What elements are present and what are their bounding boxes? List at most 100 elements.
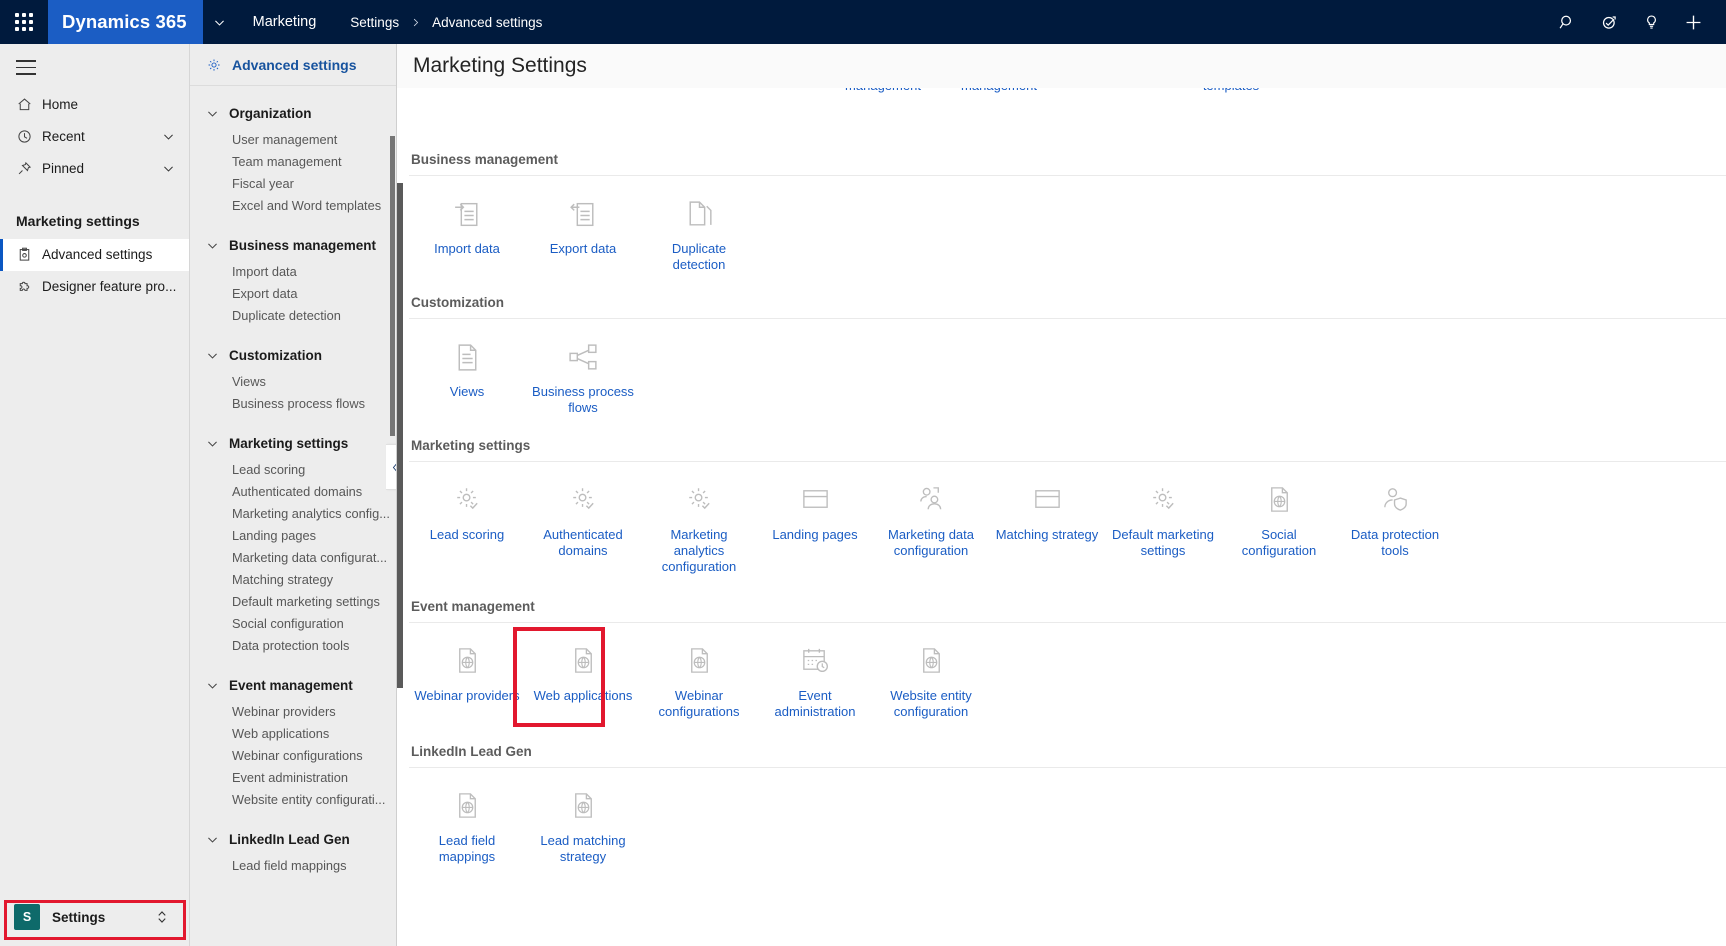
plus-icon[interactable] <box>1672 0 1714 44</box>
nav-link-import-data[interactable]: Import data <box>190 260 396 282</box>
nav-link-event-administration[interactable]: Event administration <box>190 766 396 788</box>
clipped-tile-label[interactable]: management <box>941 88 1057 93</box>
nav-link-lead-scoring[interactable]: Lead scoring <box>190 458 396 480</box>
tile-duplicate-detection[interactable]: Duplicate detection <box>641 186 757 273</box>
nav-group-marketing-settings[interactable]: Marketing settings <box>190 428 396 458</box>
app-launcher-icon[interactable] <box>0 0 48 44</box>
gear-check-icon <box>1148 484 1179 518</box>
content-left-scroll-track[interactable] <box>397 88 403 946</box>
advanced-settings-panel-scroll[interactable]: Organization User management Team manage… <box>190 86 396 946</box>
collapse-panel-button[interactable] <box>386 444 396 490</box>
clipboard-gear-icon <box>16 246 42 263</box>
chevron-down-icon <box>206 349 219 362</box>
nav-link-marketing-analytics-configuration[interactable]: Marketing analytics config... <box>190 502 396 524</box>
nav-link-default-marketing-settings[interactable]: Default marketing settings <box>190 590 396 612</box>
advanced-settings-panel-header[interactable]: Advanced settings <box>190 44 396 86</box>
brand-dynamics365[interactable]: Dynamics 365 <box>48 0 203 44</box>
clipped-tile-label[interactable]: templates <box>1173 88 1289 93</box>
tile-lead-matching-strategy[interactable]: Lead matching strategy <box>525 778 641 865</box>
tile-marketing-data-configuration[interactable]: Marketing data configuration <box>873 472 989 575</box>
tile-lead-field-mappings[interactable]: Lead field mappings <box>409 778 525 865</box>
content-left-scroll-thumb[interactable] <box>397 183 403 688</box>
nav-link-webinar-providers[interactable]: Webinar providers <box>190 700 396 722</box>
nav-group-organization[interactable]: Organization <box>190 98 396 128</box>
tile-default-marketing-settings[interactable]: Default marketing settings <box>1105 472 1221 575</box>
nav-group-event-management[interactable]: Event management <box>190 670 396 700</box>
tile-import-data[interactable]: Import data <box>409 186 525 273</box>
breadcrumb-item-advanced-settings[interactable]: Advanced settings <box>432 15 542 30</box>
nav-link-user-management[interactable]: User management <box>190 128 396 150</box>
tile-landing-pages[interactable]: Landing pages <box>757 472 873 575</box>
content-scroll-region: management management templates Business… <box>397 88 1726 946</box>
page-title: Marketing Settings <box>413 54 587 77</box>
hamburger-menu-icon[interactable] <box>0 44 189 89</box>
advanced-panel-scrollbar[interactable] <box>389 86 396 946</box>
tile-matching-strategy[interactable]: Matching strategy <box>989 472 1105 575</box>
chevron-updown-icon[interactable] <box>155 908 169 926</box>
area-switcher-settings[interactable]: S Settings <box>8 898 181 936</box>
nav-link-fiscal-year[interactable]: Fiscal year <box>190 172 396 194</box>
tile-views[interactable]: Views <box>409 329 525 416</box>
nav-link-marketing-data-configuration[interactable]: Marketing data configurat... <box>190 546 396 568</box>
nav-group-customization[interactable]: Customization <box>190 340 396 370</box>
breadcrumb-item-settings[interactable]: Settings <box>350 15 399 30</box>
tile-webinar-providers[interactable]: Webinar providers <box>409 633 525 720</box>
tile-authenticated-domains[interactable]: Authenticated domains <box>525 472 641 575</box>
nav-link-team-management[interactable]: Team management <box>190 150 396 172</box>
nav-link-webinar-configurations[interactable]: Webinar configurations <box>190 744 396 766</box>
nav-group-linkedin-lead-gen[interactable]: LinkedIn Lead Gen <box>190 824 396 854</box>
tile-social-configuration[interactable]: Social configuration <box>1221 472 1337 575</box>
nav-link-excel-and-word-templates[interactable]: Excel and Word templates <box>190 194 396 216</box>
tile-lead-scoring[interactable]: Lead scoring <box>409 472 525 575</box>
tile-web-applications[interactable]: Web applications <box>513 627 641 727</box>
area-switcher-label: Settings <box>52 909 106 925</box>
nav-link-landing-pages[interactable]: Landing pages <box>190 524 396 546</box>
globe-document-icon <box>568 645 599 679</box>
nav-link-duplicate-detection[interactable]: Duplicate detection <box>190 304 396 326</box>
tile-data-protection-tools[interactable]: Data protection tools <box>1337 472 1453 575</box>
search-icon[interactable] <box>1546 0 1588 44</box>
nav-link-data-protection-tools[interactable]: Data protection tools <box>190 634 396 656</box>
tile-business-process-flows[interactable]: Business process flows <box>525 329 641 416</box>
nav-group-business-management[interactable]: Business management <box>190 230 396 260</box>
nav-link-lead-field-mappings[interactable]: Lead field mappings <box>190 854 396 876</box>
sidebar-item-recent[interactable]: Recent <box>0 121 189 153</box>
chevron-down-icon[interactable] <box>162 162 175 175</box>
nav-link-views[interactable]: Views <box>190 370 396 392</box>
nav-link-matching-strategy[interactable]: Matching strategy <box>190 568 396 590</box>
divider <box>409 622 1726 623</box>
gear-check-icon <box>568 484 599 518</box>
tile-marketing-analytics-configuration[interactable]: Marketing analytics configuration <box>641 472 757 575</box>
sidebar-item-home[interactable]: Home <box>0 89 189 121</box>
calendar-clock-icon <box>800 645 831 679</box>
clock-icon <box>16 128 42 145</box>
tile-label: Views <box>449 384 485 399</box>
nav-link-website-entity-configuration[interactable]: Website entity configurati... <box>190 788 396 810</box>
tile-event-administration[interactable]: Event administration <box>757 633 873 720</box>
tile-webinar-configurations[interactable]: Webinar configurations <box>641 633 757 720</box>
nav-link-export-data[interactable]: Export data <box>190 282 396 304</box>
diagnostics-icon[interactable] <box>1588 0 1630 44</box>
section-title: Customization <box>411 295 504 310</box>
nav-link-web-applications[interactable]: Web applications <box>190 722 396 744</box>
sidebar-item-designer-feature-protection[interactable]: Designer feature pro... <box>0 271 189 303</box>
sidebar-item-pinned[interactable]: Pinned <box>0 153 189 185</box>
sidebar-item-label: Home <box>42 97 79 113</box>
lightbulb-icon[interactable] <box>1630 0 1672 44</box>
nav-link-authenticated-domains[interactable]: Authenticated domains <box>190 480 396 502</box>
chevron-down-icon[interactable] <box>162 130 175 143</box>
chevron-down-icon <box>206 107 219 120</box>
clipped-tile-label[interactable]: management <box>825 88 941 93</box>
tile-export-data[interactable]: Export data <box>525 186 641 273</box>
scrollbar-thumb[interactable] <box>390 136 395 436</box>
sidebar-item-advanced-settings[interactable]: Advanced settings <box>0 238 189 271</box>
globe-document-icon <box>452 790 483 824</box>
nav-link-business-process-flows[interactable]: Business process flows <box>190 392 396 414</box>
app-name-marketing[interactable]: Marketing <box>253 14 317 30</box>
chevron-down-icon[interactable] <box>203 0 237 44</box>
puzzle-icon <box>16 278 42 295</box>
tile-label: Lead field mappings <box>438 833 496 864</box>
tile-website-entity-configuration[interactable]: Website entity configuration <box>873 633 989 720</box>
nav-link-social-configuration[interactable]: Social configuration <box>190 612 396 634</box>
person-shield-icon <box>1380 484 1411 518</box>
